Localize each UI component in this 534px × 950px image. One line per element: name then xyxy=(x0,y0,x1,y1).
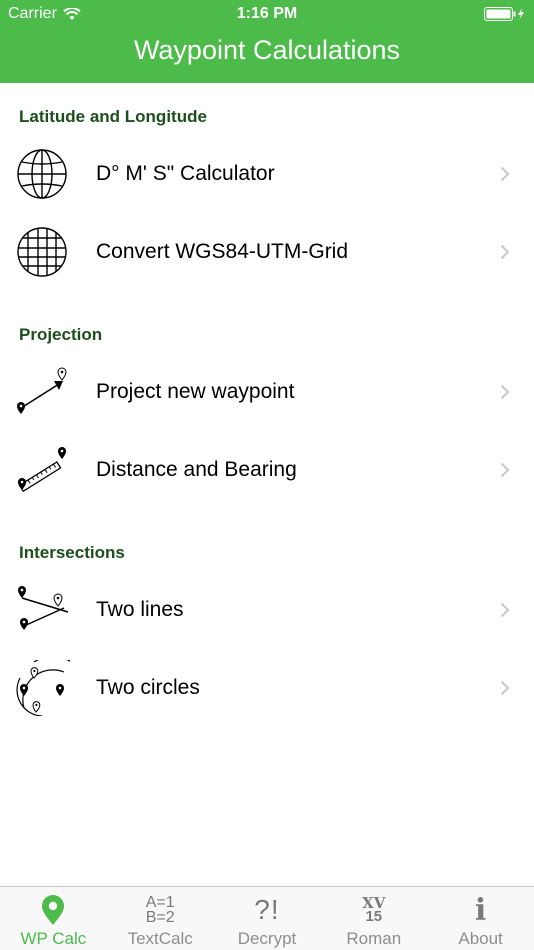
section-header-intersections: Intersections xyxy=(19,543,125,562)
list-item-two-lines[interactable]: Two lines xyxy=(0,571,534,649)
grid-globe-icon xyxy=(17,227,67,277)
list-item-two-circles[interactable]: Two circles xyxy=(0,649,534,727)
tab-bar: WP Calc A=1 B=2 TextCalc ?! Decrypt XV 1… xyxy=(0,886,534,950)
tab-wp-calc[interactable]: WP Calc xyxy=(0,887,107,950)
menu-list: Latitude and Longitude D° M' S" Calculat… xyxy=(0,83,534,727)
tab-label: Decrypt xyxy=(237,929,297,948)
list-item-label: D° M' S" Calculator xyxy=(96,162,275,185)
section-header-projection: Projection xyxy=(19,325,103,344)
distance-ruler-icon xyxy=(18,447,66,493)
chevron-right-icon xyxy=(500,462,510,478)
list-item-label: Distance and Bearing xyxy=(96,458,297,481)
list-item-distance-bearing[interactable]: Distance and Bearing xyxy=(0,431,534,509)
battery-icon xyxy=(484,7,526,21)
page-title: Waypoint Calculations xyxy=(133,35,401,65)
globe-icon xyxy=(17,149,67,199)
tab-roman[interactable]: XV 15 Roman xyxy=(320,887,427,950)
project-waypoint-icon xyxy=(17,367,67,414)
info-icon: i xyxy=(474,892,487,928)
location-pin-icon xyxy=(40,893,66,927)
decrypt-icon: ?! xyxy=(254,894,280,925)
navigation-header: Carrier 1:16 PM Waypoint Calculations xyxy=(0,0,534,83)
chevron-right-icon xyxy=(500,602,510,618)
two-lines-icon xyxy=(18,586,69,630)
tab-label: WP Calc xyxy=(20,929,87,948)
list-item-label: Convert WGS84-UTM-Grid xyxy=(96,240,349,263)
tab-decrypt[interactable]: ?! Decrypt xyxy=(214,887,321,950)
chevron-right-icon xyxy=(500,384,510,400)
chevron-right-icon xyxy=(500,680,510,696)
list-item-convert-utm[interactable]: Convert WGS84-UTM-Grid xyxy=(0,213,534,291)
tab-label: Roman xyxy=(346,929,402,948)
tab-label: About xyxy=(458,929,503,948)
status-bar: Carrier 1:16 PM xyxy=(0,0,534,28)
chevron-right-icon xyxy=(500,244,510,260)
list-item-label: Two lines xyxy=(96,598,184,621)
roman-numeral-icon: XV 15 xyxy=(362,894,386,925)
tab-label: TextCalc xyxy=(127,929,193,948)
two-circles-icon xyxy=(16,660,70,716)
list-item-label: Project new waypoint xyxy=(96,380,295,403)
tab-about[interactable]: i About xyxy=(427,887,534,950)
letter-number-icon: A=1 B=2 xyxy=(145,894,175,926)
clock: 1:16 PM xyxy=(236,5,298,22)
tab-textcalc[interactable]: A=1 B=2 TextCalc xyxy=(107,887,214,950)
chevron-right-icon xyxy=(500,166,510,182)
list-item-label: Two circles xyxy=(96,676,200,699)
section-header-lat-long: Latitude and Longitude xyxy=(19,107,207,126)
list-item-project-waypoint[interactable]: Project new waypoint xyxy=(0,353,534,431)
list-item-dms-calculator[interactable]: D° M' S" Calculator xyxy=(0,135,534,213)
